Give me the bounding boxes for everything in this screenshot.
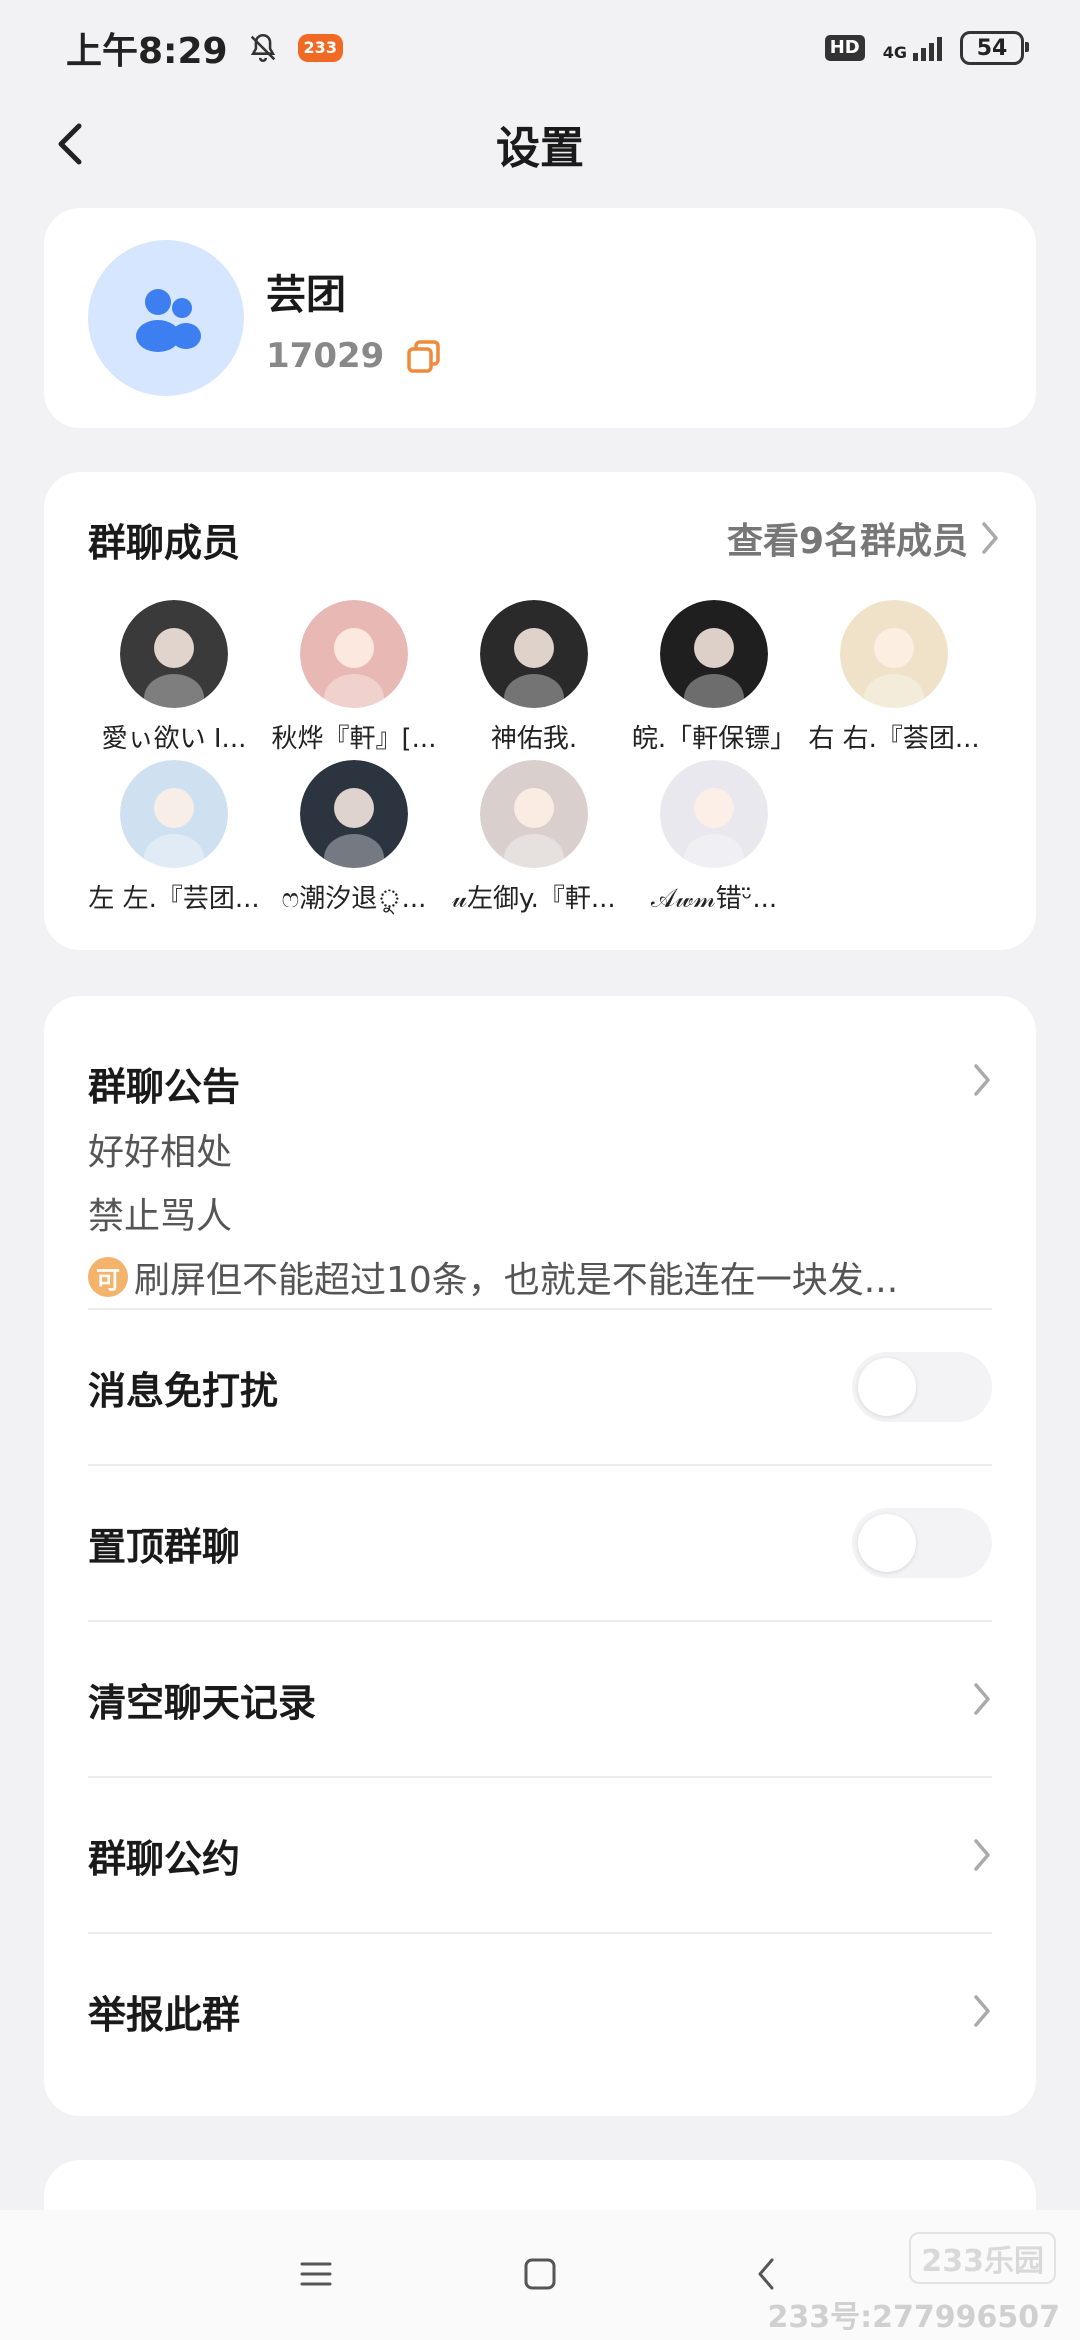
member-item[interactable]: ෆ潮汐退ু... [264, 760, 444, 922]
member-name: 秋烨『軒』[... [271, 724, 437, 754]
clear-history-label: 清空聊天记录 [88, 1680, 317, 1725]
member-name: 神佑我. [490, 724, 578, 754]
status-left: 上午8:29 233 [66, 22, 343, 74]
members-title: 群聊成员 [88, 521, 241, 565]
battery-icon: 54 [960, 31, 1029, 65]
copy-icon[interactable] [404, 336, 444, 376]
member-avatar [120, 600, 228, 708]
member-item[interactable]: 皖.「軒保镖」 [624, 600, 804, 755]
notice-line: 禁止骂人 [88, 1196, 233, 1237]
member-avatar [660, 760, 768, 868]
member-item[interactable]: 右 右.『荟团... [804, 600, 984, 755]
back-arrow-icon [58, 123, 82, 165]
member-name: ෆ潮汐退ু... [281, 884, 427, 914]
member-item[interactable]: 秋烨『軒』[... [264, 600, 444, 755]
group-id-row: 17029 [266, 336, 444, 376]
chevron-right-icon [974, 1995, 990, 2027]
member-name: 愛ぃ欲い I... [101, 724, 247, 754]
group-notice-row[interactable]: 群聊公告 好好相处 禁止骂人 可 刷屏但不能超过10条，也就是不能连在一块发..… [88, 1036, 992, 1306]
bell-off-icon [250, 33, 275, 62]
mute-notifications-row: 消息免打扰 [88, 1310, 992, 1464]
watermark-logo: 233乐园 [909, 2232, 1056, 2284]
member-name: 𝓊左御y.『軒... [452, 884, 616, 914]
pin-label: 置顶群聊 [88, 1524, 241, 1569]
chevron-right-icon [982, 522, 998, 554]
member-avatar [840, 600, 948, 708]
status-time: 上午8:29 [66, 31, 228, 72]
member-name: 左 左.『芸团... [88, 884, 260, 914]
chevron-right-icon [974, 1839, 990, 1871]
group-settings-card: 群聊公告 好好相处 禁止骂人 可 刷屏但不能超过10条，也就是不能连在一块发..… [44, 996, 1036, 2116]
group-profile-card: 芸团 17029 [44, 208, 1036, 428]
clear-history-row[interactable]: 清空聊天记录 [88, 1622, 992, 1776]
page-title: 设置 [496, 123, 584, 174]
view-all-members-link[interactable]: 查看9名群成员 [727, 512, 1000, 564]
member-avatar [480, 760, 588, 868]
group-name: 芸团 [266, 272, 346, 318]
network-label: 4G [882, 43, 907, 62]
hd-badge: HD [824, 35, 865, 61]
group-members-card: 群聊成员 查看9名群成员 愛ぃ欲い I... 秋烨『軒』[... 神佑我. 皖.「軒保… [44, 472, 1036, 950]
group-id: 17029 [266, 336, 385, 376]
report-group-row[interactable]: 举报此群 [88, 1934, 992, 2088]
chevron-right-icon [974, 1683, 990, 1715]
member-item[interactable]: 左 左.『芸团... [84, 760, 264, 915]
status-right: HD 4G 54 [824, 31, 1029, 65]
notice-text: 刷屏但不能超过10条，也就是不能连在一块发... [134, 1260, 899, 1301]
member-item[interactable]: 𝒜𝓌𝓂错ᵕ̈... [624, 760, 804, 915]
battery-level: 54 [976, 35, 1008, 61]
toggle-knob [858, 1358, 916, 1416]
top-app-bar: 设置 [0, 96, 1080, 192]
member-avatar [480, 600, 588, 708]
signal-icon: 4G [883, 35, 942, 61]
member-item[interactable]: 神佑我. [444, 600, 624, 755]
member-avatar [660, 600, 768, 708]
member-avatar [300, 600, 408, 708]
home-square-icon [524, 2258, 556, 2290]
toggle-knob [858, 1514, 916, 1572]
member-name: 皖.「軒保镖」 [631, 724, 797, 754]
emoji-icon: 可 [88, 1257, 128, 1297]
chevron-right-icon [974, 1064, 990, 1096]
home-button[interactable] [510, 2244, 570, 2304]
member-item[interactable]: 𝓊左御y.『軒... [444, 760, 624, 915]
menu-icon [300, 2262, 332, 2286]
mute-label: 消息免打扰 [88, 1368, 279, 1413]
menu-button[interactable] [286, 2244, 346, 2304]
group-users-icon [136, 289, 201, 352]
notice-line: 可 刷屏但不能超过10条，也就是不能连在一块发... [88, 1251, 992, 1303]
status-bar: 上午8:29 233 HD 4G 54 [0, 0, 1080, 96]
group-rules-row[interactable]: 群聊公约 [88, 1778, 992, 1932]
member-avatar [300, 760, 408, 868]
app-notification-badge: 233 [297, 34, 343, 62]
member-name: 𝒜𝓌𝓂错ᵕ̈... [650, 884, 778, 914]
mute-toggle[interactable] [852, 1352, 992, 1422]
member-name: 右 右.『荟团... [808, 724, 980, 754]
back-button[interactable] [40, 114, 100, 174]
view-members-label: 查看9名群成员 [726, 521, 968, 562]
group-avatar [88, 240, 244, 396]
watermark-text: 233号:277996507 [767, 2300, 1061, 2335]
notice-line: 好好相处 [88, 1132, 233, 1173]
group-rules-label: 群聊公约 [88, 1836, 241, 1881]
notice-title: 群聊公告 [88, 1065, 241, 1109]
member-item[interactable]: 愛ぃ欲い I... [84, 600, 264, 755]
pin-chat-row: 置顶群聊 [88, 1466, 992, 1620]
report-label: 举报此群 [88, 1992, 241, 2037]
pin-toggle[interactable] [852, 1508, 992, 1578]
member-avatar [120, 760, 228, 868]
signal-bars-icon [913, 35, 942, 61]
back-triangle-icon [758, 2258, 774, 2290]
